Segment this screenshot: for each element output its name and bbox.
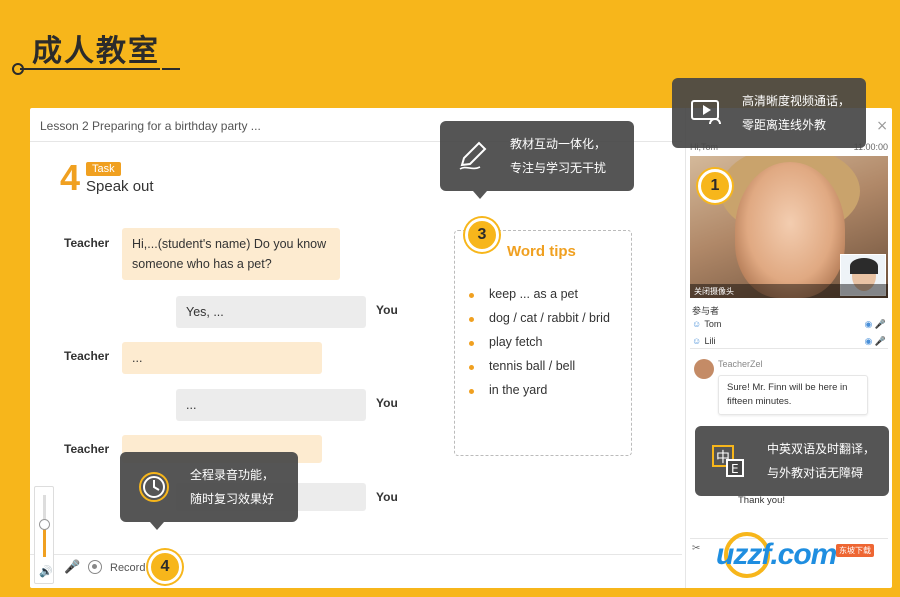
volume-slider[interactable]: 🔊 (34, 486, 54, 584)
speaker-teacher: Teacher (64, 349, 110, 363)
participant-row: ☺ Tom ◉ 🎤 (692, 319, 888, 333)
chat-reply: Thank you! (738, 495, 785, 506)
pencil-icon (456, 139, 490, 180)
record-icon[interactable] (88, 560, 102, 574)
word-list: keep ... as a pet dog / cat / rabbit / b… (469, 287, 610, 407)
chat-message: Sure! Mr. Finn will be here in fifteen m… (718, 375, 868, 415)
tooltip-arrow (473, 191, 487, 199)
video-play-icon (690, 96, 724, 137)
watermark-text: uzzf.com (716, 538, 837, 571)
tooltip-translate: 中E 中英双语及时翻译， 与外教对话无障碍 (695, 426, 889, 496)
svg-text:E: E (731, 462, 739, 476)
tooltip-line: 随时复习效果好 (190, 492, 275, 506)
scissors-icon[interactable]: ✂ (692, 543, 700, 554)
participant-tools[interactable]: ◉ 🎤 (864, 336, 886, 347)
dialogue-bubble-teacher: ... (122, 342, 322, 374)
dialogue-bubble-you: Yes, ... (176, 296, 366, 328)
user-icon: ☺ (692, 336, 702, 346)
participant-name: Lili (704, 336, 716, 346)
task-number: 4 (60, 157, 81, 198)
participant-name: Tom (704, 319, 722, 329)
camera-toggle[interactable]: 关闭摄像头 (690, 284, 888, 298)
tooltip-record: 全程录音功能， 随时复习效果好 (120, 452, 298, 530)
tooltip-line: 全程录音功能， (190, 468, 275, 482)
microphone-icon[interactable]: 🎤 (64, 560, 80, 575)
speaker-teacher: Teacher (64, 442, 110, 456)
speaker-you: You (376, 303, 398, 317)
student-hair (850, 258, 878, 274)
marker-4: 4 (148, 550, 182, 584)
tooltip-video: 高清晰度视频通话， 零距离连线外教 (672, 78, 866, 148)
tooltip-line: 中英双语及时翻译， (767, 442, 876, 456)
speaker-icon[interactable]: 🔊 (39, 565, 53, 578)
translate-icon: 中E (711, 444, 747, 487)
volume-knob[interactable] (39, 519, 50, 530)
participants-label: 参与者 (692, 306, 720, 316)
dialogue-bubble-you: ... (176, 389, 366, 421)
title-underline-dash (162, 68, 180, 70)
word-tips-box: Word tips keep ... as a pet dog / cat / … (454, 230, 632, 456)
list-item: tennis ball / bell (469, 359, 610, 383)
clock-icon (136, 469, 172, 512)
watermark-badge: 东坡下载 (836, 544, 874, 557)
volume-fill (43, 527, 46, 557)
title-underline (20, 68, 160, 70)
list-item: dog / cat / rabbit / brid (469, 311, 610, 335)
tooltip-line: 零距离连线外教 (742, 118, 827, 132)
speaker-you: You (376, 490, 398, 504)
participant-tools[interactable]: ◉ 🎤 (864, 319, 886, 330)
close-icon[interactable]: × (876, 118, 888, 134)
speaker-you: You (376, 396, 398, 410)
avatar (694, 359, 714, 379)
word-tips-title: Word tips (507, 243, 576, 260)
page-title: 成人教室 (32, 34, 160, 69)
marker-3: 3 (465, 218, 499, 252)
list-item: in the yard (469, 383, 610, 407)
tooltip-line: 教材互动一体化， (510, 137, 607, 151)
list-item: keep ... as a pet (469, 287, 610, 311)
dialogue-bubble-teacher: Hi,...(student's name) Do you know someo… (122, 228, 340, 280)
marker-1: 1 (698, 169, 732, 203)
tooltip-line: 与外教对话无障碍 (767, 466, 864, 480)
teacher-face (735, 162, 845, 298)
chat-sender-name: TeacherZel (718, 359, 763, 369)
task-tag: Task (86, 162, 121, 176)
list-item: play fetch (469, 335, 610, 359)
tooltip-line: 高清晰度视频通话， (742, 94, 851, 108)
record-button-label[interactable]: Record (110, 562, 145, 574)
speaker-teacher: Teacher (64, 236, 110, 250)
user-icon: ☺ (692, 319, 702, 329)
task-name: Speak out (86, 178, 154, 195)
tooltip-line: 专注与学习无干扰 (510, 161, 607, 175)
tooltip-material: 教材互动一体化， 专注与学习无干扰 (440, 121, 634, 199)
tooltip-arrow (150, 522, 164, 530)
